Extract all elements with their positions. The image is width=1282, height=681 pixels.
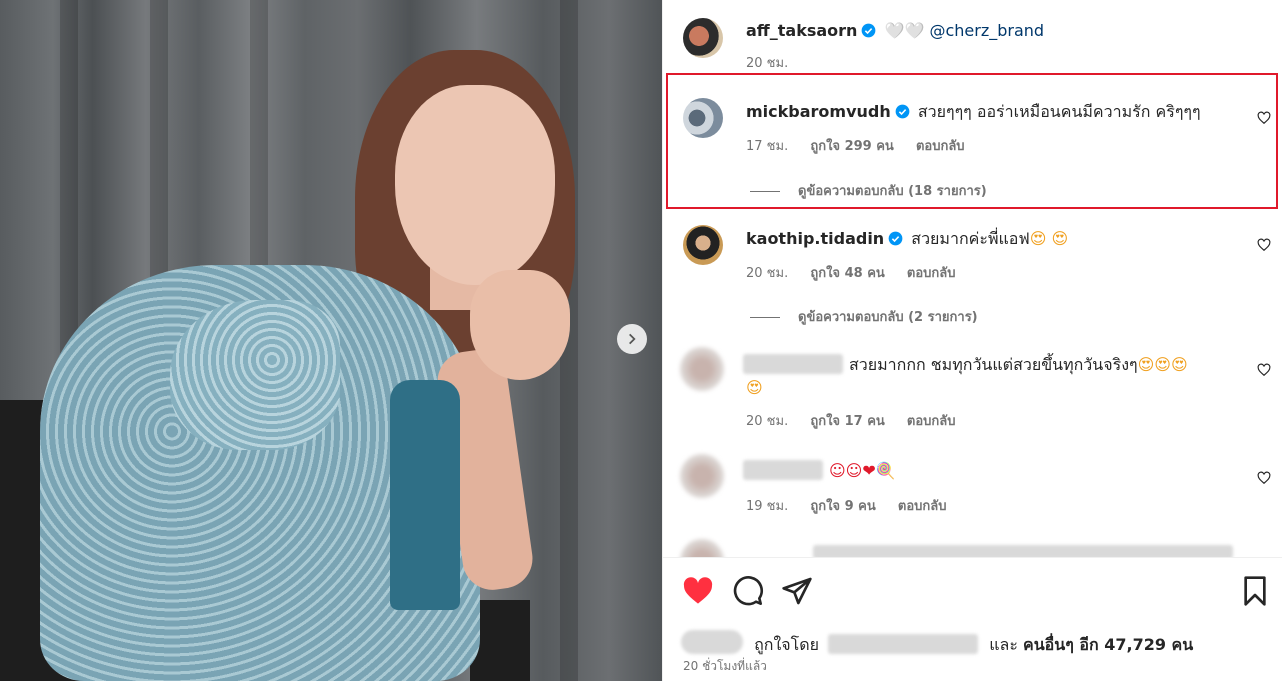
save-bookmark-icon[interactable] [1239,575,1271,607]
likes-summary: ถูกใจโดย และ คนอื่นๆ อีก 47,729 คน [681,630,1193,658]
comment-item-partial [663,535,1282,557]
blurred-liker-username[interactable] [828,634,979,654]
caption-emoji: 🤍🤍 [884,21,925,40]
blurred-username[interactable] [743,460,823,480]
heart-eyes-emoji: 😍😍😍 [1137,355,1188,374]
author-avatar[interactable] [683,18,723,58]
verified-badge-icon [862,23,876,38]
comment-reply-button[interactable]: ตอบกลับ [907,266,956,281]
commenter-username[interactable]: kaothip.tidadin [746,229,884,248]
comment-time: 20 ชม. [746,266,789,281]
heart-eyes-emoji: 😍 [746,378,763,397]
emoji-reaction: ☺☺❤🍭 [829,461,896,480]
comment-text: สวยมากค่ะพี่แอฟ [911,229,1030,248]
carousel-next-button[interactable] [617,324,647,354]
comment-likes-count[interactable]: ถูกใจ 17 คน [810,414,884,429]
blurred-comment-text [813,545,1233,557]
posted-time[interactable]: 20 ชั่วโมงที่แล้ว [683,657,767,676]
highlight-box [666,73,1278,209]
comment-reply-button[interactable]: ตอบกลับ [898,499,947,514]
commenter-avatar[interactable] [680,539,724,557]
view-replies-button[interactable]: ดูข้อความตอบกลับ (2 รายการ) [750,306,978,327]
comment-bubble-icon[interactable] [732,575,764,607]
comment-likes-count[interactable]: ถูกใจ 9 คน [810,499,875,514]
blurred-username[interactable] [743,354,843,374]
post-caption: aff_taksaorn 🤍🤍 @cherz_brand 20 ชม. [663,0,1282,73]
caption-time: 20 ชม. [746,56,789,71]
commenter-avatar[interactable] [680,347,724,391]
comment-like-heart-icon[interactable] [1257,363,1271,377]
comments-list[interactable]: aff_taksaorn 🤍🤍 @cherz_brand 20 ชม. mick… [663,0,1282,557]
post-photo [0,0,662,681]
commenter-avatar[interactable] [683,225,723,265]
like-heart-icon[interactable] [682,575,714,607]
comment-likes-count[interactable]: ถูกใจ 48 คน [810,266,884,281]
liked-by-and: และ [989,635,1018,654]
comment-item: ☺☺❤🍭 19 ชม. ถูกใจ 9 คน ตอบกลับ [663,449,1282,529]
replies-divider [750,317,780,318]
comment-time: 20 ชม. [746,414,789,429]
liked-by-label: ถูกใจโดย [754,635,820,654]
comment-reply-button[interactable]: ตอบกลับ [907,414,956,429]
share-paper-plane-icon[interactable] [781,575,813,607]
heart-eyes-emoji: 😍 😍 [1029,229,1069,248]
verified-badge-icon [888,231,903,246]
author-username[interactable]: aff_taksaorn [746,21,857,40]
comment-text: สวยมากกก ชมทุกวันแต่สวยขึ้นทุกวันจริงๆ [849,355,1138,374]
commenter-avatar[interactable] [680,454,724,498]
comment-like-heart-icon[interactable] [1257,471,1271,485]
comment-like-heart-icon[interactable] [1257,238,1271,252]
comment-item: kaothip.tidadin สวยมากค่ะพี่แอฟ😍 😍 20 ชม… [663,209,1282,339]
comment-item: สวยมากกก ชมทุกวันแต่สวยขึ้นทุกวันจริงๆ😍😍… [663,339,1282,439]
chevron-right-icon [629,333,636,345]
blurred-liker-avatars [681,630,743,654]
view-replies-label: ดูข้อความตอบกลับ (2 รายการ) [798,310,978,325]
others-likes-count[interactable]: คนอื่นๆ อีก 47,729 คน [1023,635,1193,654]
comment-time: 19 ชม. [746,499,789,514]
caption-mention[interactable]: @cherz_brand [929,21,1044,40]
comments-panel: aff_taksaorn 🤍🤍 @cherz_brand 20 ชม. mick… [662,0,1282,681]
